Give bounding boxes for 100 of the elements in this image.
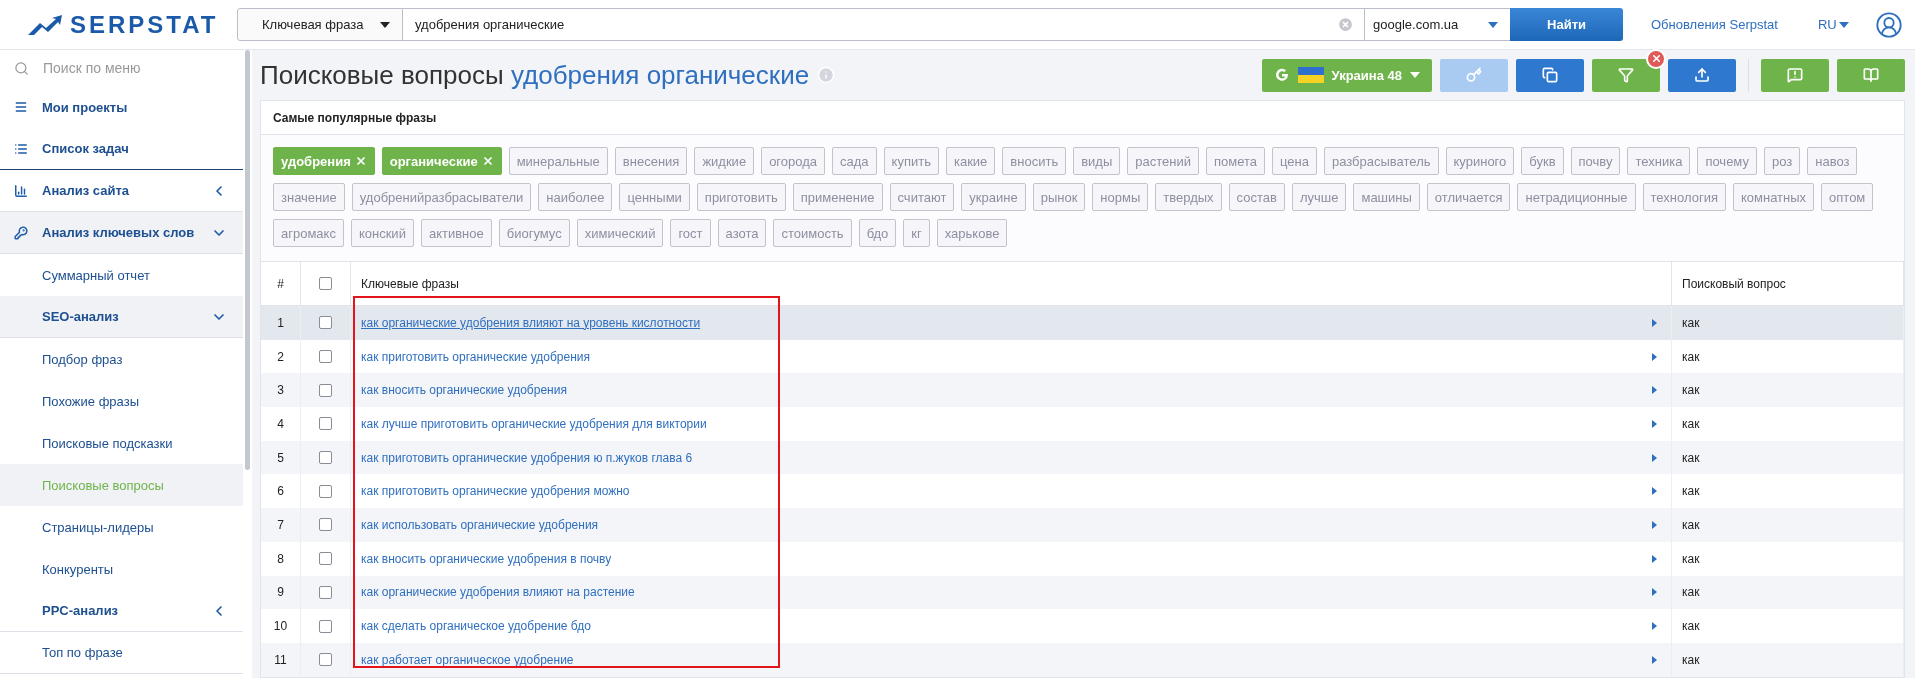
phrase-tag[interactable]: удобрения [273,147,375,175]
updates-link[interactable]: Обновления Serpstat [1651,17,1778,32]
copy-button[interactable] [1516,58,1584,92]
phrase-tag[interactable]: твердых [1155,183,1222,211]
keyword-link[interactable]: как вносить органические удобрения [361,383,567,398]
submenu-item[interactable]: Поисковые вопросы [0,464,243,506]
phrase-tag[interactable]: значение [273,183,345,211]
find-button[interactable]: Найти [1510,8,1623,41]
expand-arrow-icon[interactable] [1652,622,1657,631]
expand-arrow-icon[interactable] [1652,487,1657,496]
keyword-link[interactable]: как органические удобрения влияют на уровень кислотности [361,315,701,330]
phrase-tag[interactable]: активное [420,219,492,247]
help-button[interactable] [1837,58,1905,92]
keyword-link[interactable]: как приготовить органические удобрения ю п.жуков глава 6 [361,450,693,465]
language-select[interactable]: RU [1817,17,1849,32]
phrase-tag[interactable]: харькове [936,219,1008,247]
keyword-link[interactable]: как сделать органическое удобрение бдо [361,619,591,634]
row-checkbox[interactable] [319,585,332,599]
phrase-tag[interactable]: рынок [1032,183,1086,211]
phrase-tag[interactable]: приготовить [696,183,786,211]
phrase-tag[interactable]: букв [1521,147,1564,175]
phrase-tag[interactable]: почему [1697,147,1757,175]
keyword-link[interactable]: как работает органическое удобрение [361,652,574,667]
phrase-tag[interactable]: помета [1205,147,1265,175]
search-field[interactable]: удобрения органические [403,8,1365,41]
select-all-checkbox[interactable] [319,277,332,290]
phrase-tag[interactable]: стоимость [773,219,852,247]
expand-arrow-icon[interactable] [1652,453,1657,462]
phrase-tag[interactable]: биогумус [498,219,570,247]
keyword-link[interactable]: как лучше приготовить органические удобрения для виктории [361,416,707,431]
phrase-tag[interactable]: комнатных [1732,183,1815,211]
region-button[interactable]: Украина 48 [1261,58,1432,92]
row-checkbox[interactable] [319,417,332,431]
keyword-link[interactable]: как органические удобрения влияют на растение [361,585,635,600]
expand-arrow-icon[interactable] [1652,520,1657,529]
search-type-select[interactable]: Ключевая фраза [237,8,403,41]
phrase-tag[interactable]: применение [792,183,883,211]
phrase-tag[interactable]: нетрадиционные [1517,183,1636,211]
phrase-tag[interactable]: навоз [1807,147,1858,175]
phrase-tag[interactable]: купить [883,147,939,175]
expand-arrow-icon[interactable] [1652,554,1657,563]
export-button[interactable] [1668,58,1736,92]
row-checkbox[interactable] [319,316,332,330]
feedback-button[interactable] [1761,58,1829,92]
phrase-tag[interactable]: конский [350,219,414,247]
row-checkbox[interactable] [319,484,332,498]
phrase-tag[interactable]: виды [1073,147,1121,175]
keyword-link[interactable]: как вносить органические удобрения в почву [361,551,612,566]
phrase-tag[interactable]: техника [1627,147,1691,175]
phrase-tag[interactable]: цена [1272,147,1317,175]
phrase-tag[interactable]: какие [945,147,996,175]
row-checkbox[interactable] [319,619,332,633]
phrase-tag[interactable]: отличается [1426,183,1511,211]
phrase-tag[interactable]: вносить [1002,147,1067,175]
phrase-tag[interactable]: растений [1127,147,1199,175]
phrase-tag[interactable]: разбрасыватель [1323,147,1439,175]
expand-arrow-icon[interactable] [1652,655,1657,664]
expand-arrow-icon[interactable] [1652,588,1657,597]
phrase-tag[interactable]: состав [1228,183,1285,211]
engine-select[interactable]: google.com.ua [1365,8,1510,41]
phrase-tag[interactable]: лучше [1291,183,1347,211]
menu-item[interactable]: Анализ ключевых слов [0,212,243,254]
phrase-tag[interactable]: внесения [614,147,688,175]
menu-search-field[interactable]: Поиск по меню [43,60,213,76]
row-checkbox[interactable] [319,350,332,364]
phrase-tag[interactable]: огорода [761,147,826,175]
phrase-tag[interactable]: удобренийразбрасыватели [351,183,532,211]
phrase-tag[interactable]: ценными [619,183,690,211]
phrase-tag[interactable]: куриного [1445,147,1515,175]
phrase-tag[interactable]: машины [1353,183,1420,211]
keyword-link[interactable]: как приготовить органические удобрения можно [361,484,630,499]
user-icon[interactable] [1875,10,1903,39]
phrase-tag[interactable]: агромакс [273,219,344,247]
phrase-tag[interactable]: гост [670,219,711,247]
phrase-tag[interactable]: нормы [1092,183,1149,211]
phrase-tag[interactable]: химический [576,219,664,247]
phrase-tag[interactable]: почву [1570,147,1621,175]
row-checkbox[interactable] [319,383,332,397]
phrase-tag[interactable]: кг [903,219,930,247]
phrase-tag[interactable]: украине [961,183,1026,211]
phrase-tag[interactable]: минеральные [508,147,608,175]
phrase-tag[interactable]: технология [1642,183,1726,211]
phrase-tag[interactable]: бдо [858,219,897,247]
phrase-tag[interactable]: органические [381,147,502,175]
row-checkbox[interactable] [319,552,332,566]
expand-arrow-icon[interactable] [1652,352,1657,361]
filter-button[interactable] [1592,58,1660,92]
scrollbar-thumb[interactable] [245,50,250,470]
phrase-tag[interactable]: роз [1763,147,1801,175]
keyword-link[interactable]: как приготовить органические удобрения [361,349,591,364]
expand-arrow-icon[interactable] [1652,419,1657,428]
query-input[interactable]: удобрения органические [415,17,1337,32]
phrase-tag[interactable]: оптом [1821,183,1874,211]
phrase-tag[interactable]: сада [832,147,877,175]
phrase-tag[interactable]: азота [717,219,767,247]
expand-arrow-icon[interactable] [1652,318,1657,327]
phrase-tag[interactable]: считают [889,183,955,211]
menu-group[interactable]: SEO-анализ [0,296,243,338]
row-checkbox[interactable] [319,518,332,532]
phrase-tag[interactable]: жидкие [694,147,755,175]
